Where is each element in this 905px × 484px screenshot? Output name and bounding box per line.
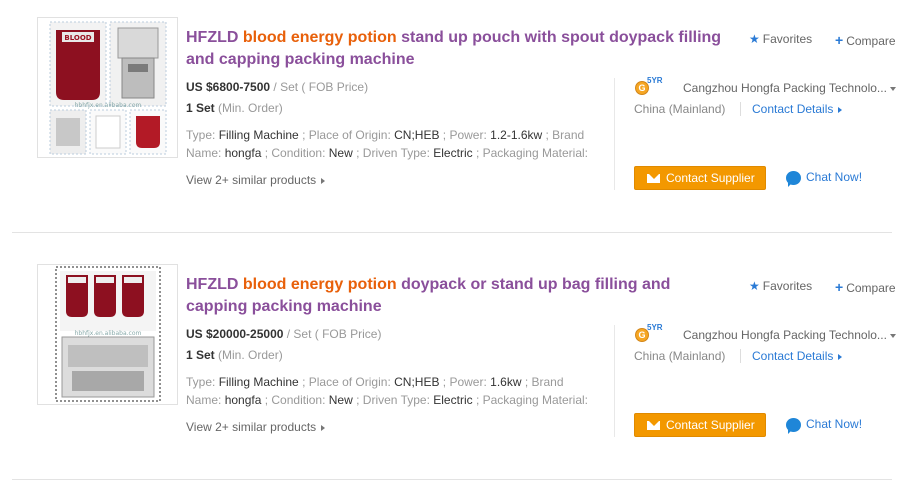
chat-bubble-icon [786,417,801,434]
svg-text:BLOOD: BLOOD [64,34,91,42]
moq-unit: (Min. Order) [214,348,283,362]
similar-products-link[interactable]: View 2+ similar products [186,173,326,187]
plus-icon: + [835,32,844,48]
chevron-right-icon [321,424,326,431]
product-image: BLOOD hbhfjx.en.alibaba.com [38,18,177,157]
gold-supplier-icon[interactable]: G 5YR [634,323,668,345]
product-thumbnail[interactable]: hbhfjx.en.alibaba.com [37,264,178,405]
listing-separator [12,479,892,480]
supplier-country: China (Mainland) [634,102,726,116]
thumb-watermark: hbhfjx.en.alibaba.com [75,102,142,109]
min-order: 1 Set (Min. Order) [186,348,283,362]
product-title[interactable]: HFZLD blood energy potion doypack or sta… [186,274,731,318]
compare-button[interactable]: + Compare [835,279,896,295]
gold-supplier-icon[interactable]: G 5YR [634,76,668,98]
compare-button[interactable]: + Compare [835,32,896,48]
contact-details-link[interactable]: Contact Details [752,102,843,116]
supplier-name-link[interactable]: Cangzhou Hongfa Packing Technolo... [683,81,896,95]
divider [740,349,741,363]
star-icon: ★ [749,279,760,293]
divider [740,102,741,116]
chevron-right-icon [838,106,843,113]
similar-products-link[interactable]: View 2+ similar products [186,420,326,434]
chat-bubble-icon [786,170,801,187]
product-thumbnail[interactable]: BLOOD hbhfjx.en.alibaba.com [37,17,178,158]
title-prefix: HFZLD [186,29,243,46]
dropdown-caret-icon [889,86,896,91]
chevron-right-icon [838,353,843,360]
dropdown-caret-icon [889,333,896,338]
contact-supplier-button[interactable]: Contact Supplier [634,413,766,437]
product-listing: hbhfjx.en.alibaba.com HFZLD blood energy… [0,247,905,480]
product-title[interactable]: HFZLD blood energy potion stand up pouch… [186,27,731,71]
product-listing: BLOOD hbhfjx.en.alibaba.com HFZLD blood … [0,0,905,233]
moq-value: 1 Set [186,348,215,362]
svg-text:hbhfjx.en.alibaba.com: hbhfjx.en.alibaba.com [75,330,142,337]
moq-value: 1 Set [186,101,215,115]
price-value: US $6800-7500 [186,80,271,94]
contact-supplier-button[interactable]: Contact Supplier [634,166,766,190]
favorites-button[interactable]: ★ Favorites [749,32,812,46]
price: US $6800-7500 / Set ( FOB Price) [186,80,368,94]
listing-separator [12,232,892,233]
star-icon: ★ [749,32,760,46]
favorites-button[interactable]: ★ Favorites [749,279,812,293]
price: US $20000-25000 / Set ( FOB Price) [186,327,381,341]
supplier-country: China (Mainland) [634,349,726,363]
price-unit: / Set ( FOB Price) [270,80,369,94]
contact-details-link[interactable]: Contact Details [752,349,843,363]
plus-icon: + [835,279,844,295]
moq-unit: (Min. Order) [214,101,283,115]
product-image: hbhfjx.en.alibaba.com [38,265,177,404]
title-prefix: HFZLD [186,276,243,293]
chevron-right-icon [321,177,326,184]
title-keyword: blood energy potion [242,29,397,46]
mail-icon [647,174,660,183]
supplier-name-link[interactable]: Cangzhou Hongfa Packing Technolo... [683,328,896,342]
product-attributes: Type: Filling Machine ; Place of Origin:… [186,375,588,407]
min-order: 1 Set (Min. Order) [186,101,283,115]
divider [614,78,615,190]
product-attributes: Type: Filling Machine ; Place of Origin:… [186,128,588,160]
chat-now-button[interactable]: Chat Now! [786,170,862,187]
chat-now-button[interactable]: Chat Now! [786,417,862,434]
mail-icon [647,421,660,430]
price-unit: / Set ( FOB Price) [283,327,382,341]
divider [614,325,615,437]
title-keyword: blood energy potion [242,276,397,293]
price-value: US $20000-25000 [186,327,284,341]
